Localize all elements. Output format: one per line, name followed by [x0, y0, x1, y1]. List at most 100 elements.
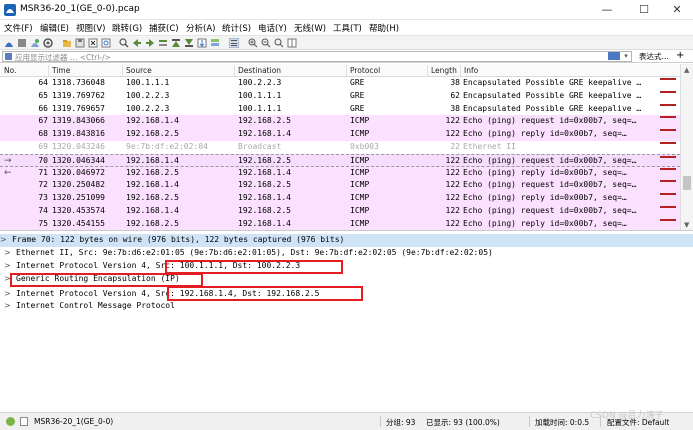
- menu-analyze[interactable]: 分析(A): [186, 22, 215, 34]
- related-packet-arrow-icon: ←: [4, 167, 12, 178]
- capture-options-icon[interactable]: [43, 38, 53, 48]
- reload-file-icon[interactable]: [101, 38, 111, 48]
- packet-source: 9e:7b:df:e2:02:04: [126, 142, 208, 151]
- packet-row[interactable]: → 70 1320.046344 192.168.1.4 192.168.2.5 ICMP…: [0, 153, 680, 167]
- menu-tools[interactable]: 工具(T): [333, 22, 362, 34]
- packet-info: Echo (ping) request id=0x00b7, seq=…: [463, 155, 637, 165]
- open-file-icon[interactable]: [62, 38, 72, 48]
- packet-destination: 192.168.1.4: [238, 193, 291, 203]
- packet-row[interactable]: 65 1319.769762 100.2.2.3 100.1.1.1 GRE 62 Enca…: [0, 89, 680, 103]
- packet-protocol: ICMP: [350, 206, 370, 215]
- packet-destination: 192.168.2.5: [238, 116, 291, 126]
- packet-destination: 192.168.2.5: [238, 180, 291, 190]
- intelligent-scrollbar-marker: [660, 103, 676, 106]
- zoom-out-icon[interactable]: [261, 38, 271, 48]
- restart-capture-icon[interactable]: [30, 38, 40, 48]
- status-file-name: MSR36-20_1(GE_0-0): [34, 417, 114, 426]
- last-packet-icon[interactable]: [184, 38, 194, 48]
- column-no[interactable]: No.: [4, 66, 16, 75]
- capture-file-properties-icon[interactable]: [20, 417, 28, 426]
- stop-capture-icon[interactable]: [17, 38, 27, 48]
- column-length[interactable]: Length: [431, 66, 457, 75]
- packet-protocol: 0xb003: [350, 142, 379, 151]
- normal-size-icon[interactable]: [274, 38, 284, 48]
- expand-arrow-icon[interactable]: >: [4, 289, 11, 298]
- packet-time: 1320.043246: [52, 142, 105, 151]
- resize-columns-icon[interactable]: [287, 38, 297, 48]
- packet-list-scrollbar[interactable]: ▲ ▼: [680, 64, 693, 230]
- column-time[interactable]: Time: [52, 66, 70, 75]
- zoom-in-icon[interactable]: [248, 38, 258, 48]
- packet-row[interactable]: 74 1320.453574 192.168.1.4 192.168.2.5 ICMP 1…: [0, 205, 680, 218]
- annotation-box-inner-ip: [167, 286, 363, 301]
- packet-time: 1320.251099: [52, 193, 105, 203]
- column-destination[interactable]: Destination: [238, 66, 281, 75]
- expand-arrow-icon[interactable]: >: [4, 301, 11, 310]
- column-protocol[interactable]: Protocol: [350, 66, 380, 75]
- expand-arrow-icon[interactable]: >: [4, 248, 11, 257]
- menu-file[interactable]: 文件(F): [4, 22, 33, 34]
- autoscroll-icon[interactable]: [197, 38, 207, 48]
- resize-columns-view-icon[interactable]: [229, 38, 239, 48]
- add-filter-button[interactable]: +: [676, 50, 684, 61]
- menu-capture[interactable]: 捕获(C): [149, 22, 179, 34]
- shark-fin-start-icon[interactable]: [4, 38, 14, 48]
- menu-edit[interactable]: 编辑(E): [40, 22, 69, 34]
- menu-view[interactable]: 视图(V): [76, 22, 105, 34]
- menu-telephony[interactable]: 电话(Y): [258, 22, 287, 34]
- packet-length: 122: [445, 129, 460, 139]
- packet-row[interactable]: 64 1318.736048 100.1.1.1 100.2.2.3 GRE 38 Enca…: [0, 77, 680, 90]
- close-button[interactable]: ✕: [660, 0, 693, 20]
- status-ready-icon[interactable]: [6, 417, 15, 426]
- minimize-button[interactable]: —: [590, 0, 624, 20]
- scroll-thumb[interactable]: [683, 176, 691, 190]
- packet-time: 1320.250482: [52, 180, 105, 190]
- menu-help[interactable]: 帮助(H): [369, 22, 399, 34]
- packet-no: 74: [38, 206, 48, 215]
- first-packet-icon[interactable]: [171, 38, 181, 48]
- packet-row[interactable]: ← 71 1320.046972 192.168.2.5 192.168.1.4 ICMP…: [0, 166, 680, 180]
- bookmark-filter-icon[interactable]: [5, 53, 12, 60]
- maximize-button[interactable]: ☐: [627, 0, 661, 20]
- menu-go[interactable]: 跳转(G): [112, 22, 142, 34]
- go-to-packet-icon[interactable]: [158, 38, 168, 48]
- filter-dropdown-icon[interactable]: ▾: [621, 51, 631, 61]
- packet-destination: 192.168.2.5: [238, 206, 291, 215]
- packet-no: 68: [38, 129, 48, 139]
- scroll-up-icon[interactable]: ▲: [684, 66, 689, 74]
- wireshark-fin-icon: [4, 4, 16, 16]
- packet-row[interactable]: 67 1319.843066 192.168.1.4 192.168.2.5 ICMP 1…: [0, 115, 680, 129]
- menu-wireless[interactable]: 无线(W): [294, 22, 326, 34]
- go-forward-icon[interactable]: [145, 38, 155, 48]
- detail-row-frame[interactable]: > Frame 70: 122 bytes on wire (976 bits)…: [0, 234, 693, 247]
- packet-length: 38: [450, 103, 460, 113]
- packet-list-pane: No. Time Source Destination Protocol Len…: [0, 64, 693, 231]
- intelligent-scrollbar-marker: [660, 129, 676, 132]
- packet-row[interactable]: 66 1319.769657 100.2.2.3 100.1.1.1 GRE 38 Enca…: [0, 102, 680, 116]
- find-packet-icon[interactable]: [119, 38, 129, 48]
- column-info[interactable]: Info: [464, 66, 478, 75]
- packet-row[interactable]: 69 1320.043246 9e:7b:df:e2:02:04 Broadcast 0…: [0, 141, 680, 154]
- save-file-icon[interactable]: [75, 38, 85, 48]
- expression-button[interactable]: 表达式…: [639, 51, 669, 62]
- column-source[interactable]: Source: [126, 66, 152, 75]
- expand-arrow-icon[interactable]: >: [4, 261, 11, 270]
- packet-info: Encapsulated Possible GRE keepalive …: [463, 78, 642, 87]
- go-back-icon[interactable]: [132, 38, 142, 48]
- packet-time: 1318.736048: [52, 78, 105, 87]
- intelligent-scrollbar-marker: [660, 218, 676, 221]
- packet-no: 66: [38, 103, 48, 113]
- packet-row[interactable]: 68 1319.843816 192.168.2.5 192.168.1.4 ICMP 1…: [0, 128, 680, 141]
- packet-no: 72: [38, 180, 48, 190]
- expand-arrow-icon[interactable]: >: [0, 235, 7, 244]
- close-file-icon[interactable]: [88, 38, 98, 48]
- apply-filter-arrow-icon[interactable]: [608, 52, 620, 60]
- packet-row[interactable]: 75 1320.454155 192.168.2.5 192.168.1.4 ICMP 1…: [0, 217, 680, 230]
- packet-source: 100.2.2.3: [126, 90, 170, 100]
- colorize-icon[interactable]: [210, 38, 220, 48]
- packet-row[interactable]: 73 1320.251099 192.168.2.5 192.168.1.4 ICMP 1…: [0, 192, 680, 205]
- packet-row[interactable]: 72 1320.250482 192.168.1.4 192.168.2.5 ICMP 1…: [0, 179, 680, 193]
- display-filter-input[interactable]: 应用显示过滤器 … <Ctrl-/>: [2, 51, 632, 62]
- menu-statistics[interactable]: 统计(S): [222, 22, 251, 34]
- scroll-down-icon[interactable]: ▼: [684, 221, 689, 229]
